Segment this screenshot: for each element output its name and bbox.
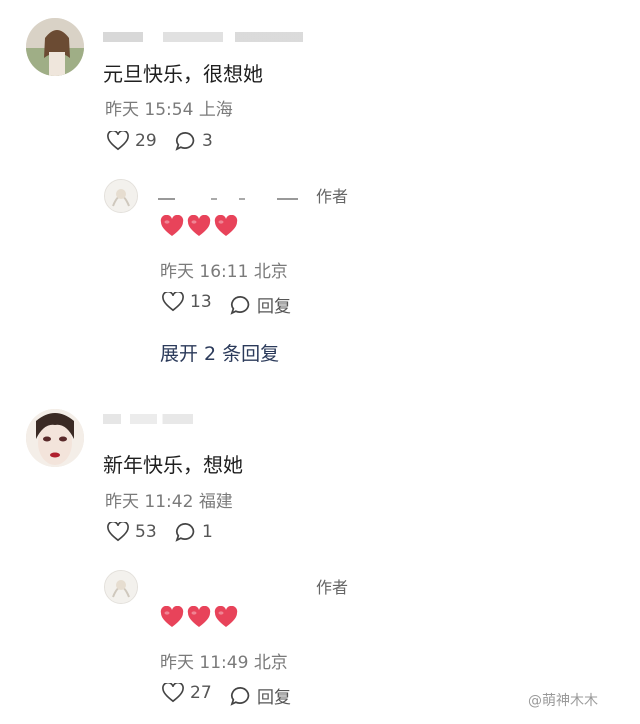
reply-button[interactable]: 1 [175,522,213,542]
watermark: @萌神木木 [528,690,598,710]
comment-bubble-icon [175,523,195,542]
author-avatar-image [105,571,137,603]
reply-like-button[interactable]: 27 [162,683,212,703]
reply-button[interactable]: 3 [175,131,213,151]
reply-reply-button[interactable]: 回复 [230,683,291,708]
author-avatar[interactable] [104,570,138,604]
like-button[interactable]: 53 [107,522,157,542]
avatar-image [26,409,84,467]
avatar[interactable] [26,409,84,467]
comment-bubble-icon [230,295,250,315]
reply-time: 昨天 16:11 北京 [160,257,288,282]
reply-timestamp: 昨天 16:11 [160,262,249,282]
comment-location: 上海 [198,100,233,120]
like-count: 53 [135,522,157,542]
author-avatar[interactable] [104,179,138,213]
author-avatar-image [105,180,137,212]
reply-reply-label: 回复 [257,297,291,317]
reply-like-count: 13 [190,292,212,312]
comment-bubble-icon [175,132,195,151]
red-heart-icon [214,215,238,236]
comment-location: 福建 [198,492,233,512]
comment-time: 昨天 11:42 福建 [105,487,233,512]
expand-replies-link[interactable]: 展开 2 条回复 [160,339,279,366]
red-heart-icon [160,606,184,627]
reply-text [160,606,238,628]
red-heart-icon [187,606,211,627]
author-badge: 作者 [316,187,349,206]
heart-outline-icon [162,292,184,312]
watermark-text: @萌神木木 [528,693,598,709]
reply-reply-label: 回复 [257,688,291,708]
heart-outline-icon [107,131,129,151]
like-count: 29 [135,131,157,151]
reply-reply-button[interactable]: 回复 [230,292,291,317]
reply-location: 北京 [253,653,288,673]
heart-outline-icon [162,683,184,703]
reply-count: 3 [202,131,213,151]
comment-time: 昨天 15:54 上海 [105,95,233,120]
reply-timestamp: 昨天 11:49 [160,653,249,673]
username-obscured[interactable] [103,32,303,42]
red-heart-icon [214,606,238,627]
avatar-image [26,18,84,76]
like-button[interactable]: 29 [107,131,157,151]
heart-outline-icon [107,522,129,542]
author-badge: 作者 [316,578,349,597]
reply-like-count: 27 [190,683,212,703]
reply-like-button[interactable]: 13 [162,292,212,312]
comment-bubble-icon [230,686,250,706]
author-name-obscured[interactable] [158,198,298,200]
username-obscured[interactable] [103,414,193,424]
comment-text: 新年快乐，想她 [103,453,243,477]
reply-location: 北京 [253,262,288,282]
comment-timestamp: 昨天 15:54 [105,100,194,120]
reply-text [160,215,238,237]
comment-text: 元旦快乐，很想她 [103,62,263,86]
reply-time: 昨天 11:49 北京 [160,648,288,673]
avatar[interactable] [26,18,84,76]
comment-timestamp: 昨天 11:42 [105,492,194,512]
red-heart-icon [187,215,211,236]
reply-count: 1 [202,522,213,542]
red-heart-icon [160,215,184,236]
